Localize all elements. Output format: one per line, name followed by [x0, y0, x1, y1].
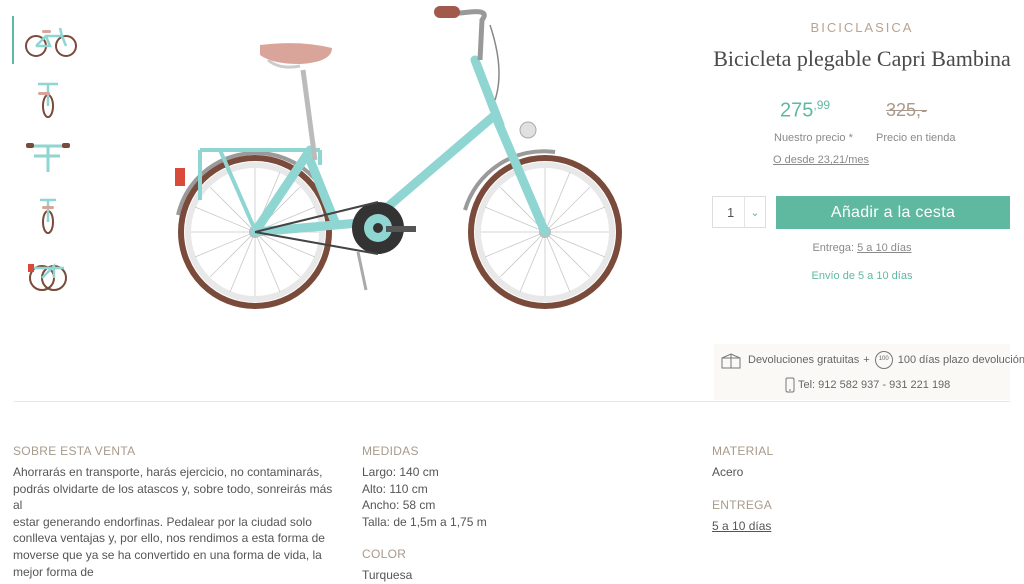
- product-title: Bicicleta plegable Capri Bambina: [713, 46, 1011, 71]
- quantity-value: 1: [727, 205, 735, 220]
- shipping-info: Envío de 5 a 10 días: [811, 270, 913, 282]
- thumbnail-bike-handlebar-detail[interactable]: [12, 132, 84, 180]
- about-line: estar generando endorfinas. Pedalear por…: [13, 514, 312, 529]
- section-divider: [14, 401, 1010, 402]
- financing-link[interactable]: O desde 23,21/mes: [773, 154, 869, 166]
- rear-reflector: [175, 168, 185, 186]
- our-price-decimals: ,99: [813, 98, 831, 112]
- bike-thumbnail-icon: [25, 27, 77, 57]
- thumbnail-bike-folded-view[interactable]: [12, 250, 84, 298]
- measure-item: Largo: 140 cm: [362, 465, 439, 479]
- brand-name[interactable]: BICICLASICA: [700, 20, 1024, 35]
- material-section: MATERIAL Acero ENTREGA 5 a 10 días: [712, 444, 932, 534]
- bike-thumbnail-icon: [28, 262, 67, 291]
- about-line: podrás olvidarte de los atascos y, sobre…: [13, 481, 333, 513]
- measures-heading: MEDIDAS: [362, 444, 419, 458]
- phone-row: Tel: 912 582 937 - 931 221 198: [784, 377, 950, 393]
- our-price-integer: 275: [780, 99, 814, 122]
- measures-list: Largo: 140 cm Alto: 110 cm Ancho: 58 cm …: [362, 464, 582, 530]
- quantity-select[interactable]: 1 ⌄: [712, 196, 766, 228]
- measure-item: Ancho: 58 cm: [362, 498, 436, 513]
- about-line: Ahorrarás en transporte, harás ejercicio…: [13, 465, 323, 479]
- gift-box-icon: [721, 353, 741, 369]
- thumbnail-bike-side-view[interactable]: [12, 16, 86, 64]
- measure-item: Talla: de 1,5m a 1,75 m: [362, 514, 487, 529]
- bike-thumbnail-icon: [40, 198, 56, 234]
- color-value: Turquesa: [362, 568, 413, 583]
- chevron-down-icon[interactable]: ⌄: [744, 197, 765, 227]
- color-heading: COLOR: [362, 547, 407, 562]
- delivery-info: Entrega: 5 a 10 días: [700, 242, 1024, 254]
- phone-icon: [785, 377, 795, 393]
- bike-thumbnail-icon: [26, 143, 70, 172]
- material-heading: MATERIAL: [712, 444, 774, 458]
- bike-frame: [250, 55, 550, 237]
- delivery-time-link[interactable]: 5 a 10 días: [857, 242, 911, 254]
- bell: [519, 121, 537, 139]
- delivery-label: Entrega:: [812, 242, 855, 254]
- add-to-cart-button[interactable]: Añadir a la cesta: [776, 196, 1010, 229]
- return-period-text: 100 días plazo devolución: [897, 354, 1024, 366]
- material-value: Acero: [712, 465, 744, 479]
- store-price: 325,-: [886, 100, 928, 120]
- our-price: 275,99: [780, 98, 830, 123]
- bike-thumbnail-icon: [38, 82, 58, 118]
- thumbnail-bike-rear-view[interactable]: [12, 190, 84, 238]
- delivery-heading: ENTREGA: [712, 497, 773, 512]
- measure-item: Alto: 110 cm: [362, 481, 428, 496]
- about-section: SOBRE ESTA VENTA Ahorrarás en transporte…: [13, 444, 333, 580]
- about-line: conlleva ventajas y, por ello, nos rendi…: [13, 531, 325, 546]
- returns-text: Devoluciones gratuitas: [748, 354, 860, 366]
- plus-sign: +: [863, 354, 870, 366]
- thumbnail-bike-front-view[interactable]: [12, 74, 84, 122]
- guarantee-box: Devoluciones gratuitas + 100 100 días pl…: [714, 344, 1024, 400]
- about-line: mejor forma de: [13, 564, 94, 579]
- store-price-label: Precio en tienda: [876, 132, 956, 144]
- measures-section: MEDIDAS Largo: 140 cm Alto: 110 cm Ancho…: [362, 444, 582, 584]
- return-period-icon: 100: [874, 350, 894, 370]
- handlebar-grip: [434, 6, 460, 18]
- about-description: Ahorrarás en transporte, harás ejercicio…: [13, 464, 333, 580]
- about-line: moverse que ya se ha convertido en una f…: [13, 547, 322, 562]
- phone-text[interactable]: Tel: 912 582 937 - 931 221 198: [798, 379, 950, 391]
- about-heading: SOBRE ESTA VENTA: [13, 444, 136, 458]
- return-period-badge: 100: [878, 356, 889, 362]
- delivery-value-link[interactable]: 5 a 10 días: [712, 518, 932, 535]
- returns-row: Devoluciones gratuitas + 100 100 días pl…: [718, 350, 1024, 370]
- product-hero-image: [175, 6, 622, 309]
- our-price-label[interactable]: Nuestro precio *: [774, 132, 853, 144]
